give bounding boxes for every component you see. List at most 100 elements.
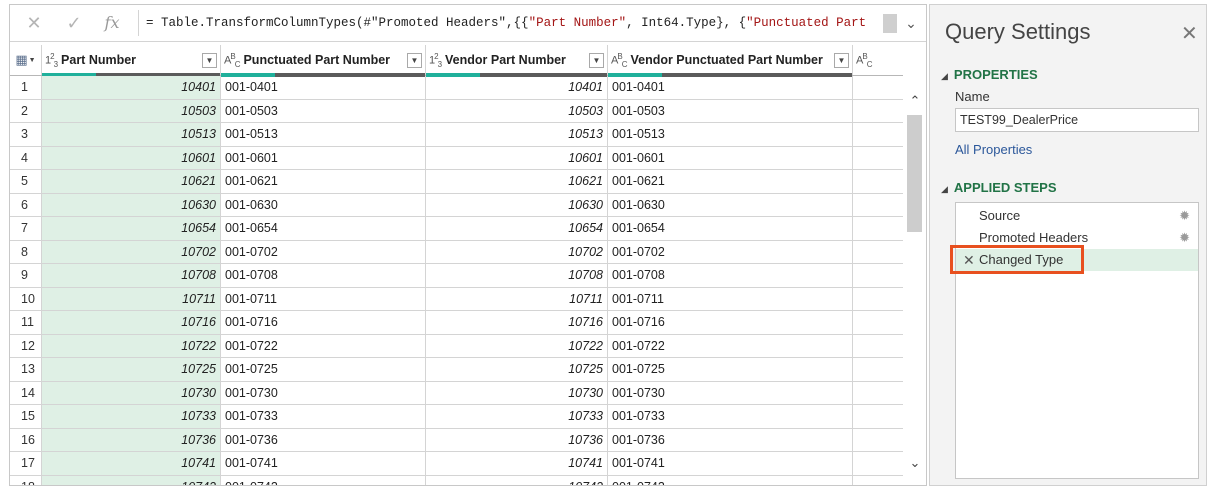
column-header-vendor-punctuated-part-number[interactable]: ABC Vendor Punctuated Part Number ▼ xyxy=(608,45,853,77)
punctuated-part-number-cell[interactable]: 001-0730 xyxy=(221,381,426,405)
row-number[interactable]: 17 xyxy=(10,452,42,476)
punctuated-part-number-cell[interactable]: 001-0716 xyxy=(221,311,426,335)
part-number-cell[interactable]: 10630 xyxy=(42,193,221,217)
extra-column-cell[interactable] xyxy=(853,452,910,476)
extra-column-cell[interactable] xyxy=(853,428,910,452)
whole-number-type-icon[interactable]: 123 xyxy=(429,52,442,69)
part-number-cell[interactable]: 10654 xyxy=(42,217,221,241)
vendor-punctuated-part-number-cell[interactable]: 001-0513 xyxy=(608,123,853,147)
table-row[interactable]: 15 10733 001-0733 10733 001-0733 xyxy=(10,405,910,429)
text-type-icon[interactable]: ABC xyxy=(224,52,240,69)
part-number-cell[interactable]: 10513 xyxy=(42,123,221,147)
table-row[interactable]: 12 10722 001-0722 10722 001-0722 xyxy=(10,334,910,358)
part-number-cell[interactable]: 10722 xyxy=(42,334,221,358)
vendor-part-number-cell[interactable]: 10741 xyxy=(426,452,608,476)
extra-column-cell[interactable] xyxy=(853,475,910,485)
column-header-vendor-part-number[interactable]: 123 Vendor Part Number ▼ xyxy=(426,45,608,77)
table-row[interactable]: 2 10503 001-0503 10503 001-0503 xyxy=(10,99,910,123)
query-name-field[interactable] xyxy=(955,108,1199,132)
row-number[interactable]: 9 xyxy=(10,264,42,288)
table-row[interactable]: 8 10702 001-0702 10702 001-0702 xyxy=(10,240,910,264)
scroll-thumb[interactable] xyxy=(907,115,922,232)
extra-column-cell[interactable] xyxy=(853,381,910,405)
text-type-icon[interactable]: ABC xyxy=(856,52,872,69)
vendor-punctuated-part-number-cell[interactable]: 001-0630 xyxy=(608,193,853,217)
table-row[interactable]: 6 10630 001-0630 10630 001-0630 xyxy=(10,193,910,217)
scroll-up-icon[interactable]: ⌃ xyxy=(906,92,924,110)
vendor-part-number-cell[interactable]: 10621 xyxy=(426,170,608,194)
vendor-punctuated-part-number-cell[interactable]: 001-0716 xyxy=(608,311,853,335)
extra-column-cell[interactable] xyxy=(853,287,910,311)
applied-steps-heading[interactable]: ◢ APPLIED STEPS xyxy=(941,180,1057,195)
punctuated-part-number-cell[interactable]: 001-0708 xyxy=(221,264,426,288)
extra-column-cell[interactable] xyxy=(853,193,910,217)
column-header-punctuated-part-number[interactable]: ABC Punctuated Part Number ▼ xyxy=(221,45,426,77)
table-row[interactable]: 11 10716 001-0716 10716 001-0716 xyxy=(10,311,910,335)
chevron-down-icon[interactable]: ⌄ xyxy=(899,9,923,37)
vendor-part-number-cell[interactable]: 10601 xyxy=(426,146,608,170)
fx-icon[interactable]: fx xyxy=(98,11,126,35)
vendor-part-number-cell[interactable]: 10736 xyxy=(426,428,608,452)
vendor-part-number-cell[interactable]: 10716 xyxy=(426,311,608,335)
vendor-part-number-cell[interactable]: 10722 xyxy=(426,334,608,358)
formula-input[interactable]: = Table.TransformColumnTypes(#"Promoted … xyxy=(146,10,881,37)
part-number-cell[interactable]: 10621 xyxy=(42,170,221,194)
part-number-cell[interactable]: 10741 xyxy=(42,452,221,476)
vendor-part-number-cell[interactable]: 10630 xyxy=(426,193,608,217)
vendor-punctuated-part-number-cell[interactable]: 001-0702 xyxy=(608,240,853,264)
step-source[interactable]: Source ✹ xyxy=(956,205,1198,227)
punctuated-part-number-cell[interactable]: 001-0722 xyxy=(221,334,426,358)
row-number[interactable]: 2 xyxy=(10,99,42,123)
vendor-punctuated-part-number-cell[interactable]: 001-0725 xyxy=(608,358,853,382)
vendor-part-number-cell[interactable]: 10733 xyxy=(426,405,608,429)
step-changed-type[interactable]: ✕ Changed Type xyxy=(950,245,1198,274)
row-number[interactable]: 1 xyxy=(10,76,42,100)
extra-column-cell[interactable] xyxy=(853,217,910,241)
text-type-icon[interactable]: ABC xyxy=(611,52,627,69)
table-menu-button[interactable]: ▦ ▼ xyxy=(10,45,42,75)
vendor-part-number-cell[interactable]: 10708 xyxy=(426,264,608,288)
vendor-punctuated-part-number-cell[interactable]: 001-0722 xyxy=(608,334,853,358)
vendor-part-number-cell[interactable]: 10401 xyxy=(426,76,608,100)
vendor-punctuated-part-number-cell[interactable]: 001-0730 xyxy=(608,381,853,405)
part-number-cell[interactable]: 10716 xyxy=(42,311,221,335)
punctuated-part-number-cell[interactable]: 001-0401 xyxy=(221,76,426,100)
commit-icon[interactable]: ✓ xyxy=(60,11,88,35)
row-number[interactable]: 5 xyxy=(10,170,42,194)
table-row[interactable]: 4 10601 001-0601 10601 001-0601 xyxy=(10,146,910,170)
extra-column-cell[interactable] xyxy=(853,405,910,429)
row-number[interactable]: 15 xyxy=(10,405,42,429)
vendor-punctuated-part-number-cell[interactable]: 001-0736 xyxy=(608,428,853,452)
extra-column-cell[interactable] xyxy=(853,170,910,194)
filter-dropdown-icon[interactable]: ▼ xyxy=(834,52,849,68)
row-number[interactable]: 3 xyxy=(10,123,42,147)
row-number[interactable]: 13 xyxy=(10,358,42,382)
cancel-icon[interactable]: ✕ xyxy=(20,11,48,35)
part-number-cell[interactable]: 10702 xyxy=(42,240,221,264)
punctuated-part-number-cell[interactable]: 001-0742 xyxy=(221,475,426,485)
close-icon[interactable]: ✕ xyxy=(1181,21,1198,46)
punctuated-part-number-cell[interactable]: 001-0621 xyxy=(221,170,426,194)
extra-column-cell[interactable] xyxy=(853,264,910,288)
vendor-part-number-cell[interactable]: 10730 xyxy=(426,381,608,405)
row-number[interactable]: 10 xyxy=(10,287,42,311)
part-number-cell[interactable]: 10601 xyxy=(42,146,221,170)
column-header-part-number[interactable]: 123 Part Number ▼ xyxy=(42,45,221,77)
formula-scrollbar[interactable] xyxy=(883,14,897,33)
punctuated-part-number-cell[interactable]: 001-0601 xyxy=(221,146,426,170)
vendor-part-number-cell[interactable]: 10742 xyxy=(426,475,608,485)
vendor-punctuated-part-number-cell[interactable]: 001-0503 xyxy=(608,99,853,123)
punctuated-part-number-cell[interactable]: 001-0725 xyxy=(221,358,426,382)
punctuated-part-number-cell[interactable]: 001-0711 xyxy=(221,287,426,311)
extra-column-cell[interactable] xyxy=(853,311,910,335)
table-row[interactable]: 17 10741 001-0741 10741 001-0741 xyxy=(10,452,910,476)
filter-dropdown-icon[interactable]: ▼ xyxy=(589,52,604,68)
table-row[interactable]: 9 10708 001-0708 10708 001-0708 xyxy=(10,264,910,288)
table-row[interactable]: 7 10654 001-0654 10654 001-0654 xyxy=(10,217,910,241)
vendor-punctuated-part-number-cell[interactable]: 001-0621 xyxy=(608,170,853,194)
vendor-part-number-cell[interactable]: 10513 xyxy=(426,123,608,147)
vendor-punctuated-part-number-cell[interactable]: 001-0733 xyxy=(608,405,853,429)
part-number-cell[interactable]: 10401 xyxy=(42,76,221,100)
row-number[interactable]: 14 xyxy=(10,381,42,405)
punctuated-part-number-cell[interactable]: 001-0741 xyxy=(221,452,426,476)
